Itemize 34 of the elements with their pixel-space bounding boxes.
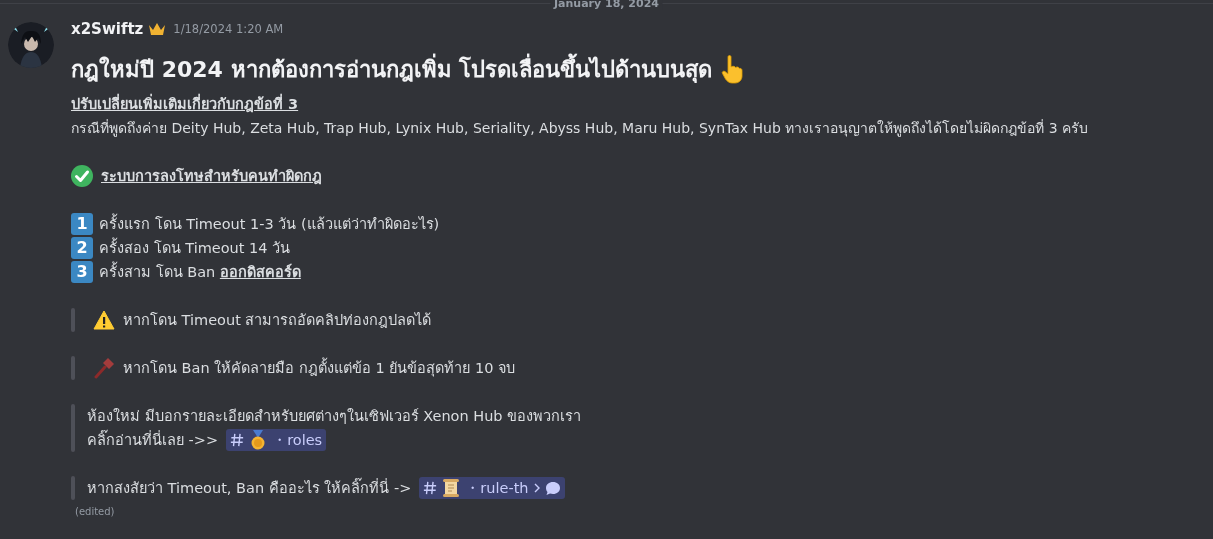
paragraph: กรณีที่พูดถึงค่าย Deity Hub, Zeta Hub, Trap Hub, Lynix Hub, Seriality, Abyss Hub, Maru Hub, SynTax Hub ทางเราอนุญาตให้พูดถึงได้โดยไม่ผิดกฎข้อที่ 3 ครับ [71, 118, 1090, 139]
pointing-hand-icon [720, 54, 745, 84]
hash-icon [230, 433, 245, 447]
edited-label: (edited) [74, 506, 116, 517]
check-icon [71, 165, 93, 187]
quote-bar [71, 308, 75, 332]
quote-text: หากสงสัยว่า Timeout, Ban คืออะไร ให้คลิ๊กที่นี่ -> [87, 476, 412, 500]
message-heading: กฎใหม่ปี 2024 หากต้องการอ่านกฎเพิ่ม โปรดเลื่อนขึ้นไปด้านบนสุด [71, 51, 713, 87]
number-badge: 1 [71, 213, 93, 235]
quote-bar [71, 476, 75, 500]
quote-text: หากโดน Timeout สามารถอัดคลิปท่องกฎปลดได้ [123, 311, 432, 330]
list-item-text: ครั้งสาม โดน Ban ออกดิสคอร์ด [99, 260, 301, 284]
quote-text: ห้องใหม่ มีบอกรายละเอียดสำหรับยศต่างๆในเซิฟเวอร์ Xenon Hub ของพวกเรา [87, 407, 582, 426]
hash-icon [423, 481, 438, 495]
quote-bar [71, 356, 75, 380]
user-avatar[interactable] [8, 22, 54, 68]
chevron-icon [533, 483, 540, 493]
scroll-icon [442, 478, 461, 498]
timestamp: 1/18/2024 1:20 AM [173, 22, 284, 36]
number-badge: 2 [71, 237, 93, 259]
number-badge: 3 [71, 261, 93, 283]
quote-bar [71, 404, 75, 452]
warning-icon [93, 310, 115, 330]
quote-text: หากโดน Ban ให้คัดลายมือ กฎตั้งแต่ข้อ 1 ยันข้อสุดท้าย 10 จบ [123, 356, 515, 380]
quote-text: คลิ๊กอ่านที่นี่เลย ->> [87, 428, 219, 452]
hammer-icon [93, 357, 115, 379]
crown-icon [147, 21, 168, 37]
list-item-text: ครั้งแรก โดน Timeout 1-3 วัน (แล้วแต่ว่าทำผิดอะไร) [99, 212, 440, 236]
channel-mention[interactable]: ・roles [226, 429, 327, 451]
list-item-text: ครั้งสอง โดน Timeout 14 วัน [99, 236, 291, 260]
channel-mention[interactable]: ・rule-th [419, 477, 565, 499]
subheading: ปรับเปลี่ยนเพิ่มเติมเกี่ยวกับกฎข้อที่ 3 [71, 92, 1213, 116]
section-title: ระบบการลงโทษสำหรับคนทำผิดกฎ [101, 167, 322, 187]
username[interactable]: x2Swiftz [71, 20, 144, 38]
